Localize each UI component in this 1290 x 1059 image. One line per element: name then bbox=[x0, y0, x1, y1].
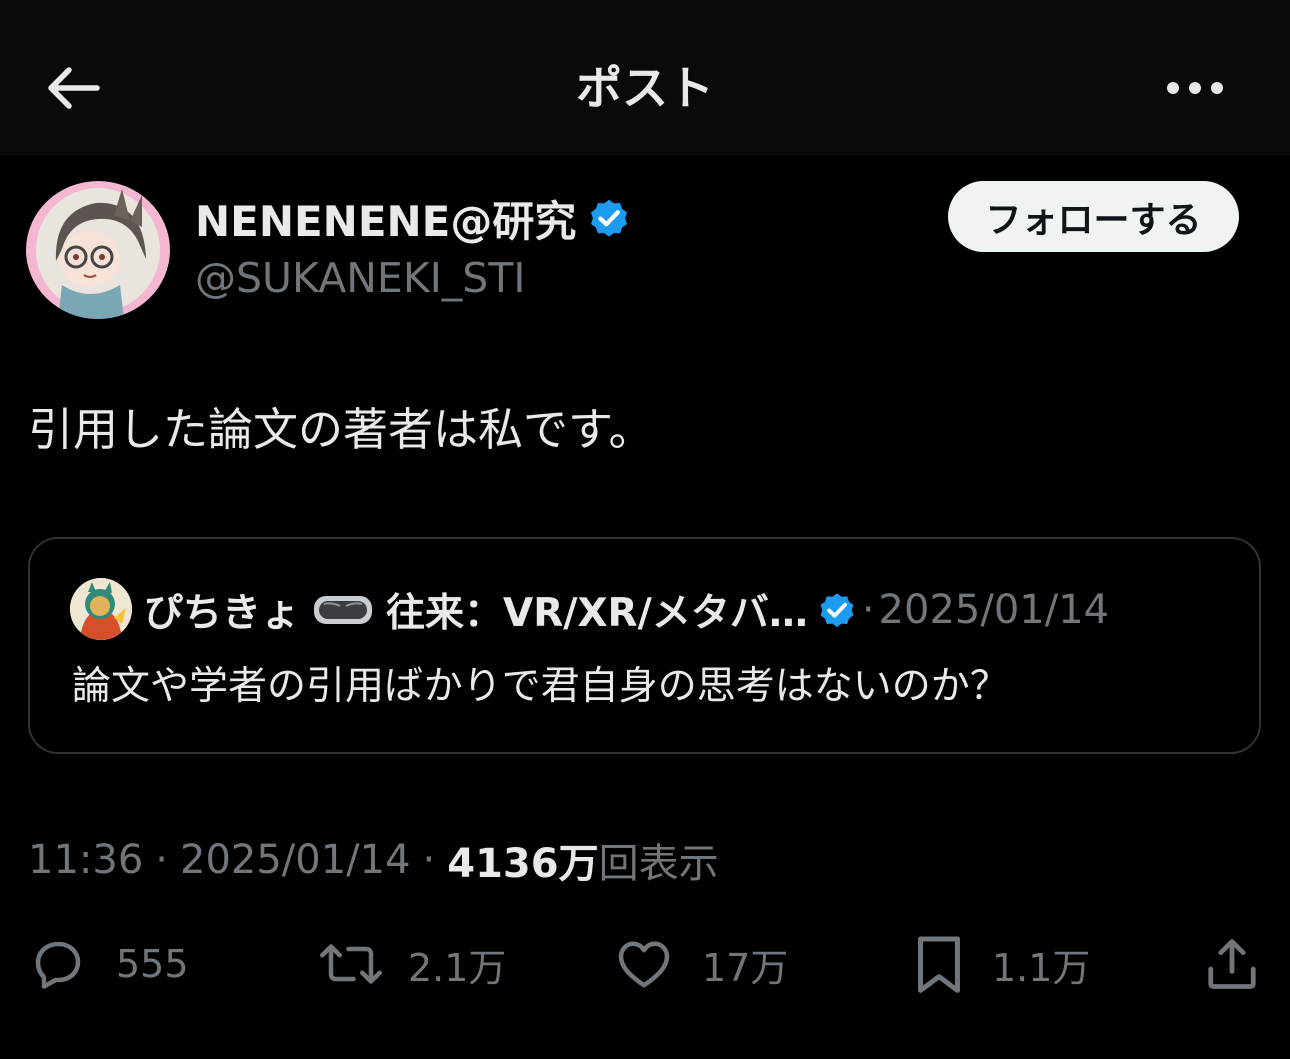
like-count: 17万 bbox=[702, 945, 789, 990]
follow-button[interactable]: フォローする bbox=[948, 181, 1239, 252]
quoted-author-avatar bbox=[70, 578, 132, 640]
quoted-post-card[interactable]: ぴちきょ 往来：VR/XR/メタバ… · 2025/01/14 論文や学者の引用… bbox=[28, 537, 1261, 754]
repost-count: 2.1万 bbox=[408, 945, 507, 990]
post-time: 11:36 bbox=[28, 837, 144, 883]
more-horizontal-icon bbox=[1167, 82, 1223, 94]
author-handle[interactable]: @SUKANEKI_STI bbox=[195, 250, 525, 306]
quoted-post-text: 論文や学者の引用ばかりで君自身の思考はないのか？ bbox=[72, 664, 1009, 709]
vr-goggles-icon bbox=[314, 596, 373, 624]
author-name-row[interactable]: NENENENE@研究 bbox=[195, 186, 632, 250]
share-button[interactable] bbox=[1202, 925, 1262, 1003]
post-text: 引用した論文の著者は私です。 bbox=[28, 403, 654, 456]
meta-separator: · bbox=[155, 837, 168, 883]
top-bar: ポスト bbox=[0, 0, 1290, 155]
author-display-name[interactable]: NENENENE@研究 bbox=[195, 188, 576, 249]
repost-icon bbox=[320, 944, 382, 984]
page-title: ポスト bbox=[576, 61, 714, 115]
quoted-separator: · bbox=[861, 587, 875, 633]
share-icon bbox=[1208, 939, 1256, 989]
quoted-post-date: 2025/01/14 bbox=[878, 587, 1110, 633]
like-button[interactable]: 17万 bbox=[614, 925, 788, 1003]
arrow-left-icon bbox=[48, 67, 100, 109]
reply-count: 555 bbox=[116, 942, 189, 986]
avatar-image bbox=[26, 181, 170, 319]
reply-icon bbox=[35, 941, 81, 989]
quoted-author-name: ぴちきょ bbox=[144, 591, 301, 636]
repost-button[interactable]: 2.1万 bbox=[318, 925, 506, 1003]
quoted-avatar-image bbox=[70, 578, 132, 640]
view-count[interactable]: 4136万 bbox=[447, 831, 598, 889]
back-button[interactable] bbox=[38, 56, 108, 120]
heart-icon bbox=[618, 941, 670, 988]
verified-badge-icon bbox=[591, 199, 628, 237]
bookmark-button[interactable]: 1.1万 bbox=[910, 925, 1090, 1003]
post-meta: 11:36 · 2025/01/14 · 4136万 回表示 bbox=[28, 830, 719, 890]
more-options-button[interactable] bbox=[1160, 62, 1230, 114]
quoted-post-header: ぴちきょ 往来：VR/XR/メタバ… · 2025/01/14 bbox=[144, 577, 1109, 643]
verified-badge-icon bbox=[820, 593, 854, 627]
quoted-author-name-suffix: 往来：VR/XR/メタバ… bbox=[386, 591, 808, 636]
bookmark-icon bbox=[918, 936, 960, 993]
post-date: 2025/01/14 bbox=[180, 837, 411, 883]
view-label: 回表示 bbox=[598, 841, 719, 887]
meta-separator: · bbox=[422, 837, 436, 883]
reply-button[interactable]: 555 bbox=[28, 925, 189, 1003]
action-bar: 555 2.1万 17万 1.1万 bbox=[0, 925, 1290, 1003]
author-avatar[interactable] bbox=[26, 181, 170, 319]
bookmark-count: 1.1万 bbox=[992, 945, 1091, 990]
